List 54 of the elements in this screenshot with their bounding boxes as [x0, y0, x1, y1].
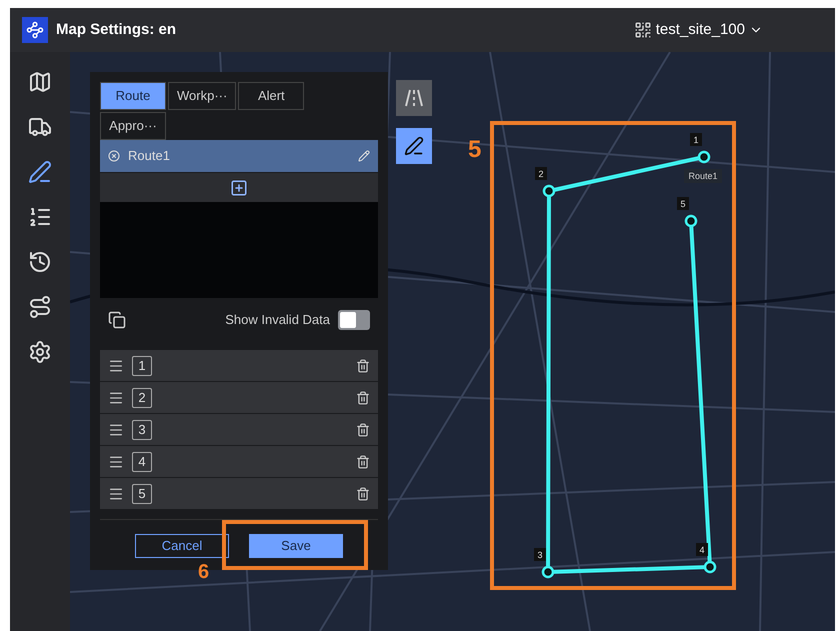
window-title: Map Settings: en: [56, 20, 176, 40]
drag-handle-icon[interactable]: [108, 422, 124, 438]
road-lanes-tool-icon[interactable]: [396, 80, 432, 116]
toggle-label: Show Invalid Data: [225, 311, 330, 330]
route-name: Route1: [128, 147, 170, 166]
delete-icon[interactable]: [356, 358, 370, 372]
delete-icon[interactable]: [356, 422, 370, 436]
delete-icon[interactable]: [356, 486, 370, 500]
waypoint-row[interactable]: 1: [100, 350, 378, 381]
waypoint-number: 5: [132, 484, 152, 504]
copy-icon[interactable]: [108, 311, 126, 329]
site-selector[interactable]: test_site_100: [634, 18, 763, 42]
drag-handle-icon[interactable]: [108, 486, 124, 502]
draw-tool-icon[interactable]: [396, 128, 432, 164]
waypoint-row[interactable]: 3: [100, 414, 378, 445]
waypoint-marker[interactable]: [542, 566, 554, 578]
waypoint-number: 4: [700, 545, 704, 555]
route-edit-icon[interactable]: [26, 158, 54, 186]
waypoint-marker[interactable]: [542, 184, 556, 198]
delete-icon[interactable]: [356, 390, 370, 404]
waypoint-marker[interactable]: [684, 214, 698, 228]
logo-icon: [22, 17, 48, 43]
annotation-number: 5: [468, 135, 482, 165]
waypoint-number: 5: [680, 199, 686, 209]
waypoint-row[interactable]: 5: [100, 478, 378, 509]
waypoint-number: 3: [132, 420, 152, 440]
tab[interactable]: Route: [100, 82, 166, 110]
tab[interactable]: Alert: [238, 82, 304, 110]
waypoint-number: 2: [538, 169, 544, 179]
remove-icon[interactable]: [108, 150, 120, 162]
drag-handle-icon[interactable]: [108, 358, 124, 374]
route-label: Route1: [688, 171, 718, 181]
invalid-data-toggle[interactable]: [338, 310, 370, 330]
tab[interactable]: Workp···: [168, 82, 236, 110]
route-item[interactable]: Route1: [100, 140, 378, 172]
drag-handle-icon[interactable]: [108, 454, 124, 470]
waypoint-number: 1: [694, 135, 698, 145]
save-button[interactable]: Save: [249, 534, 343, 558]
waypoint-number: 1: [132, 356, 152, 376]
waypoint-marker[interactable]: [704, 560, 716, 574]
drag-handle-icon[interactable]: [108, 390, 124, 406]
waypoint-row[interactable]: 2: [100, 382, 378, 413]
waypoint-number: 2: [132, 388, 152, 408]
cancel-button[interactable]: Cancel: [135, 534, 229, 558]
add-icon[interactable]: [230, 178, 248, 196]
tab[interactable]: Appro···: [100, 112, 166, 140]
edit-icon[interactable]: [358, 150, 370, 162]
waypoint-number: 3: [538, 550, 542, 560]
qr-code-icon: [634, 21, 652, 39]
delete-icon[interactable]: [356, 454, 370, 468]
waypoint-number: 4: [132, 452, 152, 472]
waypoint-marker[interactable]: [698, 150, 710, 164]
waypoint-row[interactable]: 4: [100, 446, 378, 477]
annotation-number: 6: [198, 562, 210, 582]
